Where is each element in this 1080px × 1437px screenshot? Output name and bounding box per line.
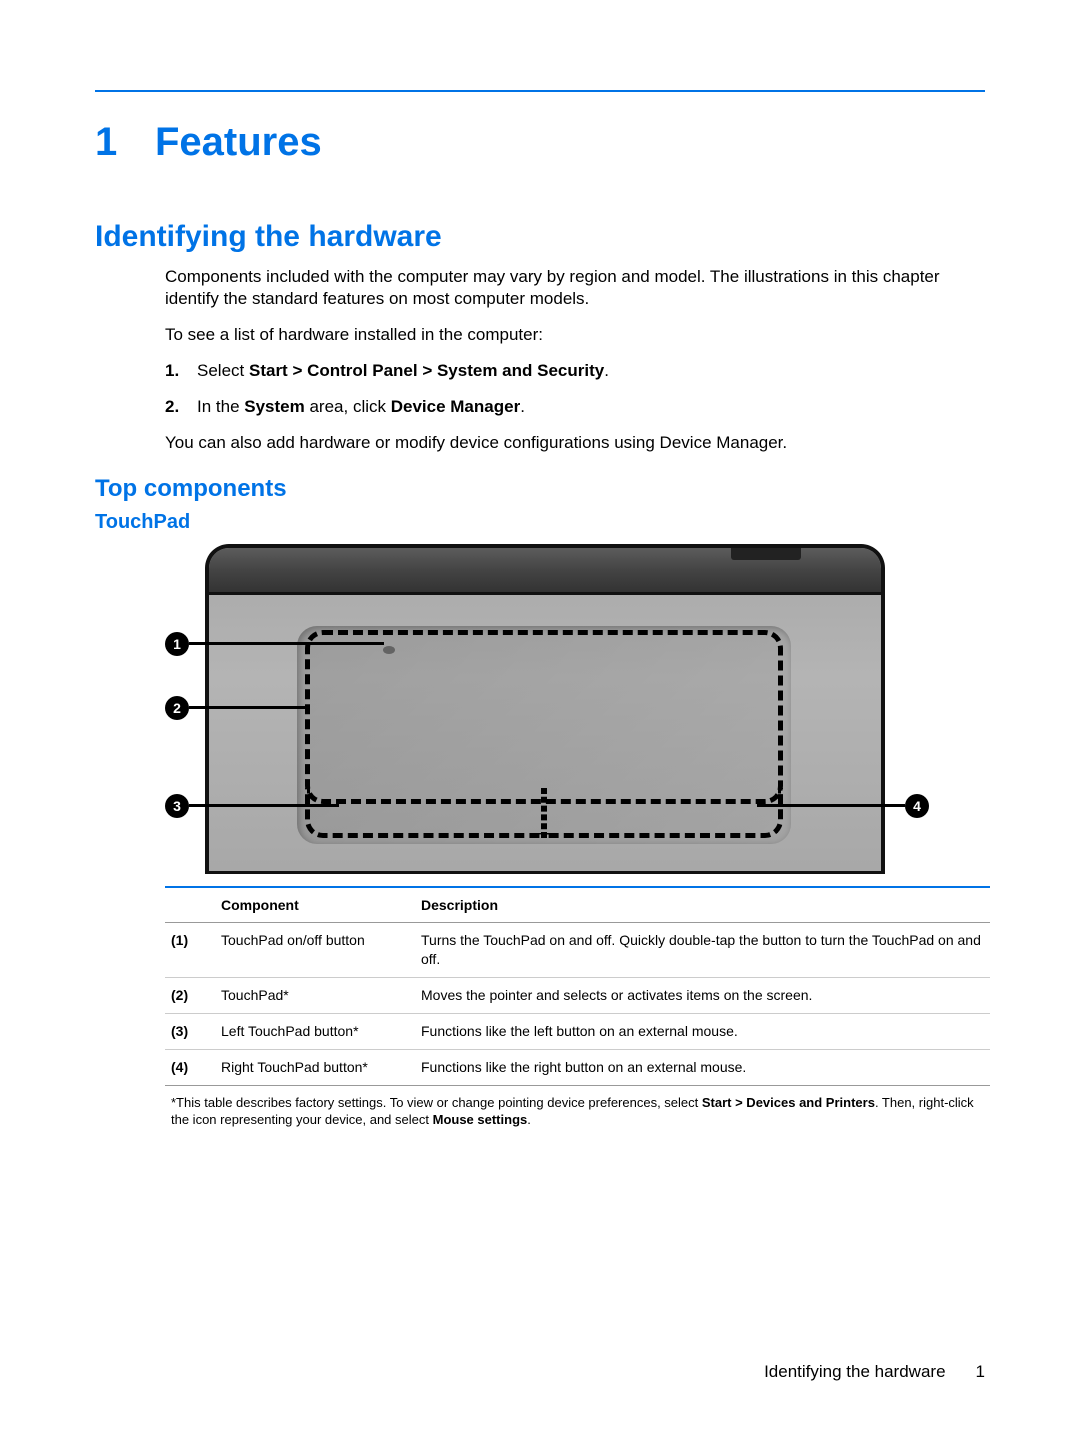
step-text: Select Start > Control Panel > System an… — [197, 360, 609, 382]
row-component: TouchPad on/off button — [215, 923, 415, 978]
touchpad-onoff-dot-icon — [383, 646, 395, 654]
step-1: 1. Select Start > Control Panel > System… — [165, 360, 985, 382]
table-footnote: *This table describes factory settings. … — [165, 1085, 990, 1137]
table-header-component: Component — [215, 887, 415, 923]
row-component: Right TouchPad button* — [215, 1050, 415, 1086]
header-rule — [95, 90, 985, 92]
left-button-outline — [305, 788, 544, 838]
step-text: In the System area, click Device Manager… — [197, 396, 525, 418]
chapter-name: Features — [155, 120, 322, 165]
right-button-outline — [544, 788, 783, 838]
table-row: (4) Right TouchPad button* Functions lik… — [165, 1050, 990, 1086]
intro-lead-in: To see a list of hardware installed in t… — [165, 324, 985, 346]
step-2: 2. In the System area, click Device Mana… — [165, 396, 985, 418]
callout-2: 2 — [165, 696, 189, 720]
table-row: (1) TouchPad on/off button Turns the Tou… — [165, 923, 990, 978]
row-index: (1) — [165, 923, 215, 978]
subsubsection-heading: TouchPad — [95, 511, 985, 534]
callout-1: 1 — [165, 632, 189, 656]
callout-leader — [189, 706, 305, 709]
step-number: 1. — [165, 360, 197, 382]
hinge-icon — [731, 544, 801, 560]
chapter-title: 1 Features — [95, 120, 985, 165]
table-header-description: Description — [415, 887, 990, 923]
table-header-blank — [165, 887, 215, 923]
row-component: TouchPad* — [215, 978, 415, 1014]
callout-leader — [757, 804, 905, 807]
row-index: (4) — [165, 1050, 215, 1086]
subsection-heading: Top components — [95, 475, 985, 503]
callout-4: 4 — [905, 794, 929, 818]
callout-leader — [189, 642, 384, 645]
table-row: (2) TouchPad* Moves the pointer and sele… — [165, 978, 990, 1014]
footer-section: Identifying the hardware — [764, 1362, 945, 1382]
chapter-number: 1 — [95, 120, 155, 165]
post-step-paragraph: You can also add hardware or modify devi… — [165, 432, 985, 454]
callout-3: 3 — [165, 794, 189, 818]
row-index: (2) — [165, 978, 215, 1014]
row-description: Functions like the left button on an ext… — [415, 1014, 990, 1050]
step-number: 2. — [165, 396, 197, 418]
touchpad-illustration: 1 2 3 4 — [165, 544, 985, 874]
row-description: Functions like the right button on an ex… — [415, 1050, 990, 1086]
touchpad-area-outline — [305, 630, 783, 804]
row-description: Turns the TouchPad on and off. Quickly d… — [415, 923, 990, 978]
page-footer: Identifying the hardware 1 — [764, 1362, 985, 1382]
row-component: Left TouchPad button* — [215, 1014, 415, 1050]
table-row: (3) Left TouchPad button* Functions like… — [165, 1014, 990, 1050]
row-description: Moves the pointer and selects or activat… — [415, 978, 990, 1014]
laptop-chassis-icon — [205, 544, 885, 874]
callout-leader — [189, 804, 339, 807]
section-heading: Identifying the hardware — [95, 220, 985, 254]
intro-paragraph: Components included with the computer ma… — [165, 266, 985, 310]
row-index: (3) — [165, 1014, 215, 1050]
components-table: Component Description (1) TouchPad on/of… — [165, 886, 990, 1137]
footer-page-number: 1 — [976, 1362, 985, 1382]
